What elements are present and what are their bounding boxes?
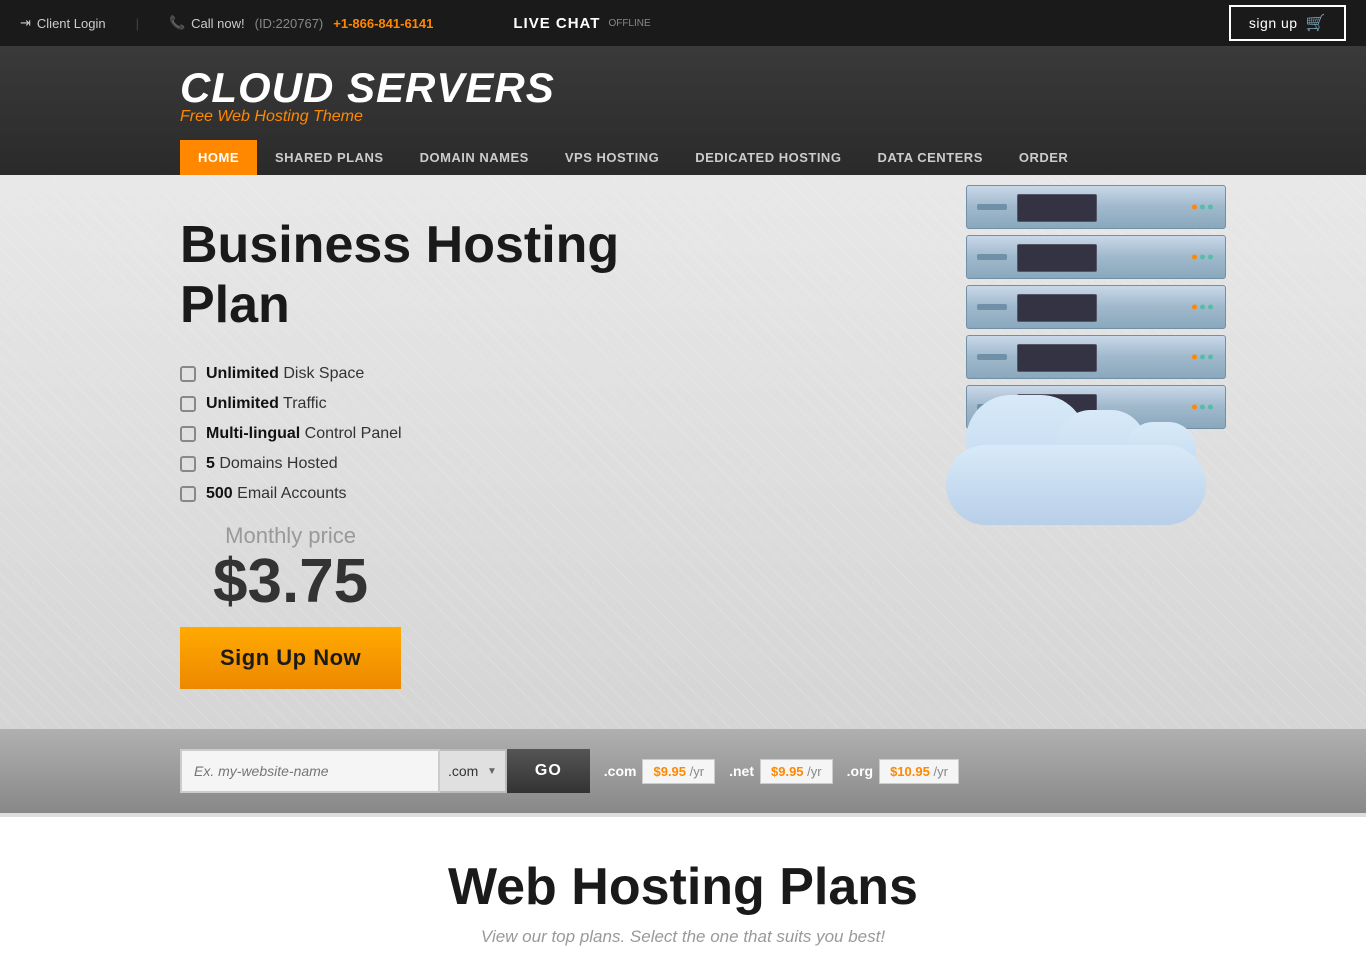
server-unit-4	[966, 335, 1226, 379]
bullet-icon	[180, 366, 196, 382]
nav-item-domain-names[interactable]: DOMAIN NAMES	[402, 140, 547, 175]
bullet-icon	[180, 396, 196, 412]
tld-com-label: .com	[604, 763, 637, 779]
nav-item-order[interactable]: ORDER	[1001, 140, 1086, 175]
tld-net-price-value: $9.95	[771, 764, 804, 779]
offline-badge: OFFLINE	[608, 18, 650, 29]
phone-icon: 📞	[169, 15, 185, 31]
call-label: Call now!	[191, 16, 244, 31]
tld-net-label: .net	[729, 763, 754, 779]
hero-title: Business Hosting Plan	[180, 215, 740, 335]
live-chat-label: LIVE CHAT	[513, 15, 600, 32]
bullet-icon	[180, 456, 196, 472]
tld-select-wrapper: .com .net .org ▼	[440, 749, 507, 793]
feature-text: Unlimited Disk Space	[206, 365, 364, 383]
client-login-label: Client Login	[37, 16, 106, 31]
hero-section: Business Hosting Plan Unlimited Disk Spa…	[0, 175, 1366, 729]
feature-traffic: Unlimited Traffic	[180, 395, 740, 413]
feature-email: 500 Email Accounts	[180, 485, 740, 503]
phone-number[interactable]: +1-866-841-6141	[333, 16, 433, 31]
main-nav: HOME SHARED PLANS DOMAIN NAMES VPS HOSTI…	[180, 140, 1186, 175]
call-now-section: 📞 Call now! (ID:220767) +1-866-841-6141	[169, 15, 433, 31]
top-bar: ⇥ Client Login | 📞 Call now! (ID:220767)…	[0, 0, 1366, 46]
signup-button[interactable]: sign up 🛒	[1229, 5, 1346, 41]
tld-select[interactable]: .com .net .org	[448, 763, 483, 779]
bullet-icon	[180, 486, 196, 502]
price-box: Monthly price $3.75 Sign Up Now	[180, 523, 401, 689]
pricing-area: Monthly price $3.75 Sign Up Now	[180, 523, 740, 689]
feature-text: 5 Domains Hosted	[206, 455, 338, 473]
tld-com-price: .com $9.95 /yr	[604, 759, 715, 784]
server-unit-1	[966, 185, 1226, 229]
hero-server-image	[926, 185, 1246, 535]
nav-item-vps-hosting[interactable]: VPS HOSTING	[547, 140, 677, 175]
server-unit-2	[966, 235, 1226, 279]
tld-net-price-box: $9.95 /yr	[760, 759, 833, 784]
hero-signup-button[interactable]: Sign Up Now	[180, 627, 401, 689]
tld-org-label: .org	[847, 763, 873, 779]
plans-title: Web Hosting Plans	[180, 857, 1186, 917]
cloud-illustration	[926, 375, 1226, 535]
tld-org-price: .org $10.95 /yr	[847, 759, 959, 784]
monthly-label: Monthly price	[180, 523, 401, 549]
live-chat-section[interactable]: LIVE CHAT OFFLINE	[493, 15, 650, 32]
features-list: Unlimited Disk Space Unlimited Traffic M…	[180, 365, 740, 503]
client-login-link[interactable]: ⇥ Client Login	[20, 15, 106, 31]
plans-subtitle: View our top plans. Select the one that …	[180, 927, 1186, 947]
chevron-down-icon: ▼	[487, 766, 497, 777]
server-unit-3	[966, 285, 1226, 329]
domain-search-input[interactable]	[182, 763, 438, 779]
tld-com-price-box: $9.95 /yr	[642, 759, 715, 784]
tagline: Free Web Hosting Theme	[180, 108, 1186, 126]
brand-name: CLOUD SERVERS	[180, 64, 1186, 112]
tld-org-price-value: $10.95	[890, 764, 930, 779]
logo: CLOUD SERVERS Free Web Hosting Theme	[180, 64, 1186, 126]
login-icon: ⇥	[20, 15, 31, 31]
feature-text: Unlimited Traffic	[206, 395, 327, 413]
nav-item-shared-plans[interactable]: SHARED PLANS	[257, 140, 402, 175]
feature-domains: 5 Domains Hosted	[180, 455, 740, 473]
price-display: $3.75	[180, 551, 401, 613]
domain-input-wrapper	[180, 749, 440, 793]
domain-search-go-button[interactable]: GO	[507, 749, 590, 793]
call-id: (ID:220767)	[255, 16, 324, 31]
feature-text: 500 Email Accounts	[206, 485, 347, 503]
domain-search-bar: .com .net .org ▼ GO .com $9.95 /yr .net …	[0, 729, 1366, 813]
hero-content: Business Hosting Plan Unlimited Disk Spa…	[180, 215, 740, 689]
hosting-plans-section: Web Hosting Plans View our top plans. Se…	[0, 813, 1366, 977]
header: CLOUD SERVERS Free Web Hosting Theme HOM…	[0, 46, 1366, 175]
tld-org-price-box: $10.95 /yr	[879, 759, 959, 784]
feature-control-panel: Multi-lingual Control Panel	[180, 425, 740, 443]
feature-disk: Unlimited Disk Space	[180, 365, 740, 383]
tld-net-price: .net $9.95 /yr	[729, 759, 833, 784]
tld-org-price-unit: /yr	[933, 764, 947, 779]
nav-item-data-centers[interactable]: DATA CENTERS	[859, 140, 1000, 175]
tld-net-price-unit: /yr	[807, 764, 821, 779]
signup-label: sign up	[1249, 15, 1298, 31]
tld-com-price-value: $9.95	[653, 764, 686, 779]
separator: |	[136, 16, 139, 31]
nav-item-home[interactable]: HOME	[180, 140, 257, 175]
cart-icon: 🛒	[1306, 13, 1326, 33]
feature-text: Multi-lingual Control Panel	[206, 425, 402, 443]
tld-com-price-unit: /yr	[690, 764, 704, 779]
nav-item-dedicated-hosting[interactable]: DEDICATED HOSTING	[677, 140, 859, 175]
bullet-icon	[180, 426, 196, 442]
